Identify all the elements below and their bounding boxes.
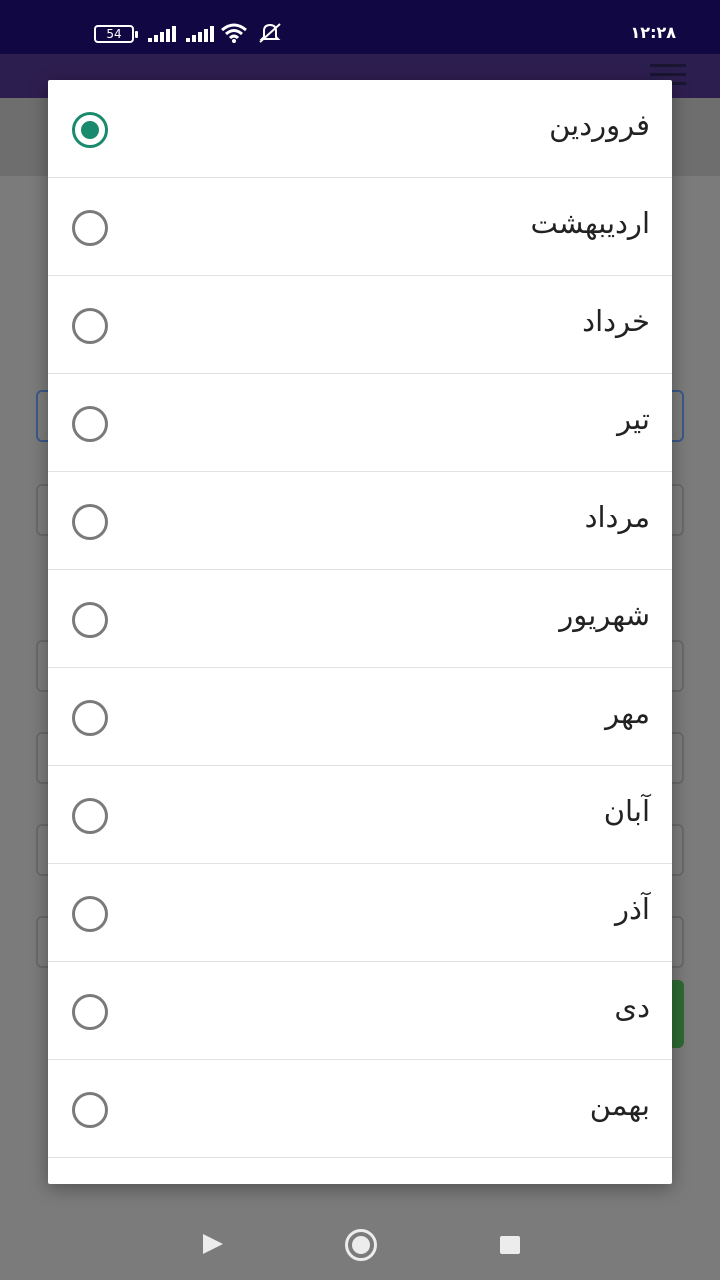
- month-option[interactable]: مرداد: [48, 472, 672, 570]
- month-option[interactable]: مهر: [48, 668, 672, 766]
- recents-icon[interactable]: [500, 1236, 520, 1254]
- month-option-label: خرداد: [582, 304, 650, 338]
- bell-muted-icon: [259, 23, 281, 43]
- month-option-label: آبان: [603, 794, 650, 828]
- month-option[interactable]: تیر: [48, 374, 672, 472]
- month-picker-dialog: فروردین اردیبهشت خرداد تیر مرداد شهریور …: [48, 80, 672, 1184]
- signal-icon-2: [186, 26, 216, 42]
- month-option-label: اردیبهشت: [530, 206, 650, 240]
- radio-button[interactable]: [72, 798, 108, 834]
- radio-button[interactable]: [72, 308, 108, 344]
- battery-level: 54: [106, 27, 122, 41]
- status-bar: 54 ۱۲:۲۸: [0, 0, 720, 54]
- radio-button[interactable]: [72, 504, 108, 540]
- radio-button[interactable]: [72, 896, 108, 932]
- radio-button[interactable]: [72, 210, 108, 246]
- radio-button[interactable]: [72, 700, 108, 736]
- radio-button[interactable]: [72, 1092, 108, 1128]
- month-option[interactable]: آذر: [48, 864, 672, 962]
- radio-button[interactable]: [72, 994, 108, 1030]
- radio-button[interactable]: [72, 602, 108, 638]
- month-option[interactable]: شهریور: [48, 570, 672, 668]
- signal-icon: [148, 26, 178, 42]
- month-option-label: مهر: [605, 696, 650, 730]
- back-icon[interactable]: [203, 1234, 223, 1254]
- month-option[interactable]: خرداد: [48, 276, 672, 374]
- month-option-label: مرداد: [584, 500, 650, 534]
- wifi-icon: [221, 23, 247, 43]
- radio-button[interactable]: [72, 406, 108, 442]
- month-option[interactable]: اردیبهشت: [48, 178, 672, 276]
- navigation-bar: [0, 1210, 720, 1280]
- month-option[interactable]: آبان: [48, 766, 672, 864]
- month-option-label: بهمن: [589, 1088, 650, 1122]
- battery-icon: 54: [94, 25, 138, 43]
- month-option[interactable]: بهمن: [48, 1060, 672, 1158]
- month-option-label: فروردین: [549, 108, 650, 142]
- month-option[interactable]: فروردین: [48, 80, 672, 178]
- clock: ۱۲:۲۸: [630, 23, 676, 42]
- month-option-label: آذر: [615, 892, 650, 926]
- month-option[interactable]: دی: [48, 962, 672, 1060]
- month-option-label: تیر: [617, 402, 650, 436]
- month-option-label: دی: [614, 990, 650, 1024]
- month-option-label: شهریور: [559, 598, 650, 632]
- radio-button-checked[interactable]: [72, 112, 108, 148]
- home-icon[interactable]: [345, 1229, 377, 1261]
